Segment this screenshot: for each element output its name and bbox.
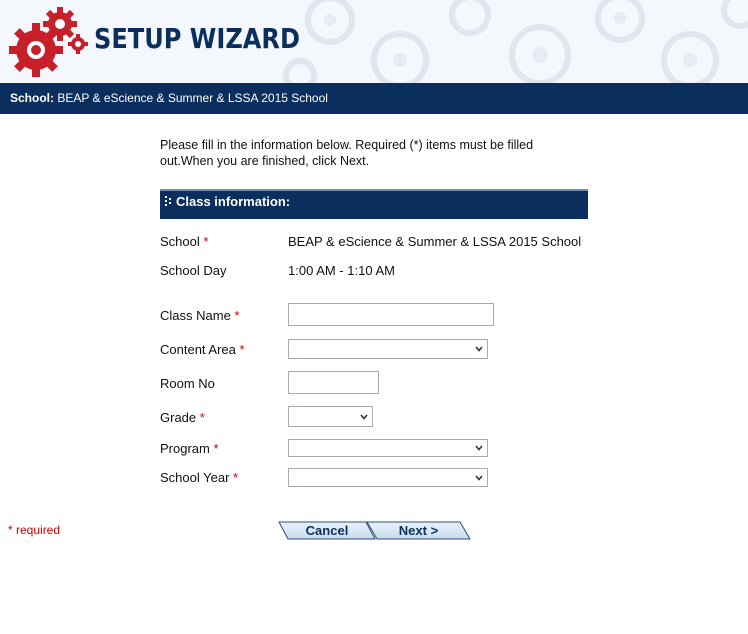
chevron-down-icon — [475, 445, 483, 451]
program-label: Program * — [160, 441, 219, 456]
school-bar: School: BEAP & eScience & Summer & LSSA … — [0, 83, 748, 114]
required-asterisk: * — [213, 441, 219, 456]
required-asterisk: * — [239, 342, 245, 357]
class-name-label-text: Class Name — [160, 308, 231, 323]
school-info-value: BEAP & eScience & Summer & LSSA 2015 Sch… — [288, 234, 582, 249]
section-title: Class information: — [176, 194, 291, 209]
section-header: Class information: — [160, 189, 588, 219]
required-asterisk: * — [234, 308, 240, 323]
school-year-label-text: School Year — [160, 470, 230, 485]
required-asterisk: * — [233, 470, 239, 485]
grade-label: Grade * — [160, 410, 205, 425]
required-note: * required — [8, 523, 61, 537]
grade-select[interactable] — [288, 406, 373, 427]
content-area-select[interactable] — [288, 339, 488, 359]
content-area-label: Content Area * — [160, 342, 245, 357]
red-gears-icon — [9, 7, 88, 77]
class-name-label: Class Name * — [160, 308, 239, 323]
room-no-input[interactable] — [288, 371, 379, 394]
program-select[interactable] — [288, 439, 488, 457]
grade-label-text: Grade — [160, 410, 197, 425]
dotted-grip-icon — [165, 196, 171, 206]
school-day-label: School Day — [160, 263, 227, 278]
school-year-select[interactable] — [288, 468, 488, 487]
page-title: SETUP WIZARD — [94, 22, 300, 55]
chevron-down-icon — [475, 346, 483, 352]
cancel-button[interactable]: Cancel — [278, 521, 376, 540]
school-bar-label: School: — [10, 91, 54, 105]
required-asterisk: * — [203, 234, 209, 249]
school-info-label-text: School — [160, 234, 200, 249]
school-day-value: 1:00 AM - 1:10 AM — [288, 263, 395, 278]
chevron-down-icon — [360, 413, 368, 420]
class-name-input[interactable] — [288, 303, 494, 326]
chevron-down-icon — [475, 474, 483, 481]
required-asterisk: * — [199, 410, 205, 425]
program-label-text: Program — [160, 441, 210, 456]
instructions-text: Please fill in the information below. Re… — [160, 138, 534, 168]
room-no-label: Room No — [160, 376, 215, 391]
school-bar-name: BEAP & eScience & Summer & LSSA 2015 Sch… — [57, 91, 328, 105]
next-button-label: Next > — [398, 523, 439, 538]
cancel-button-label: Cancel — [305, 523, 349, 538]
school-info-label: School * — [160, 234, 208, 249]
content-area-label-text: Content Area — [160, 342, 236, 357]
school-year-label: School Year * — [160, 470, 238, 485]
next-button[interactable]: Next > — [366, 521, 471, 540]
header: SETUP WIZARD — [0, 0, 748, 83]
